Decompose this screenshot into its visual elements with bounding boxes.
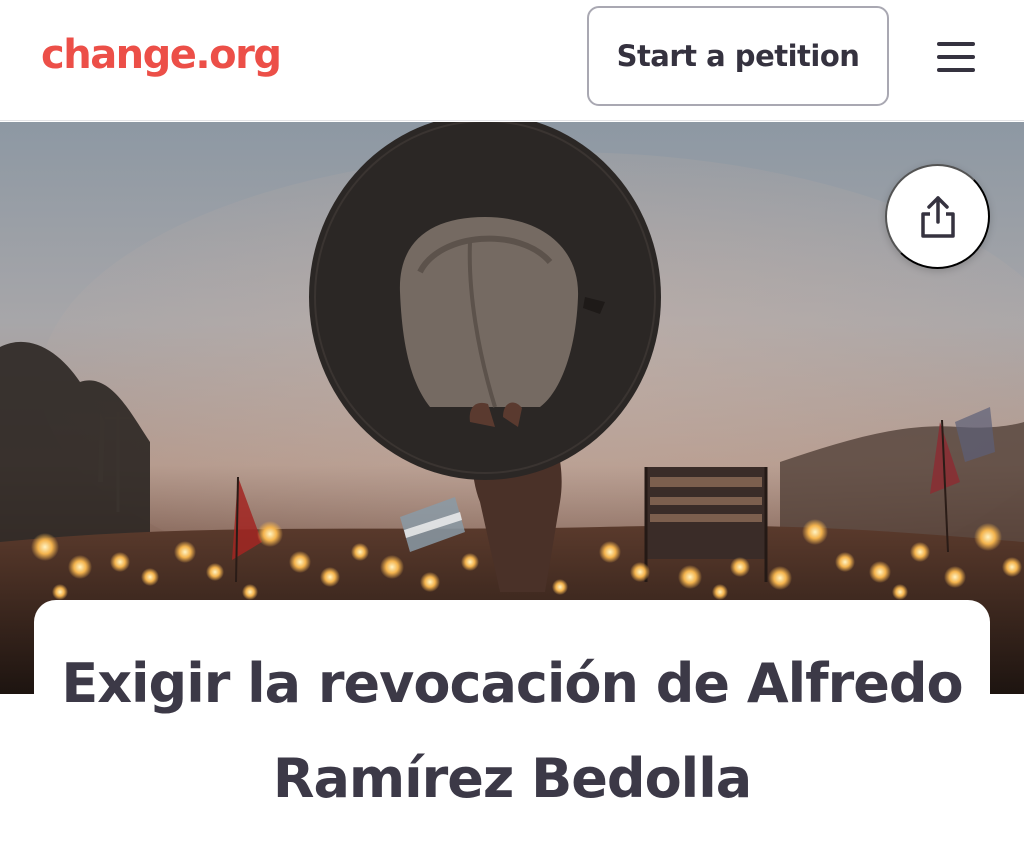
change-org-logo[interactable]: change.org [41,28,282,82]
hamburger-menu-icon[interactable] [930,38,982,76]
start-petition-button[interactable]: Start a petition [587,6,889,106]
menu-line [937,55,975,59]
menu-line [937,68,975,72]
share-icon [920,195,955,238]
site-header: change.org Start a petition [0,0,1024,121]
menu-line [937,42,975,46]
share-button[interactable] [885,164,990,269]
petition-title: Exigir la revocación de Alfredo Ramírez … [61,652,963,810]
